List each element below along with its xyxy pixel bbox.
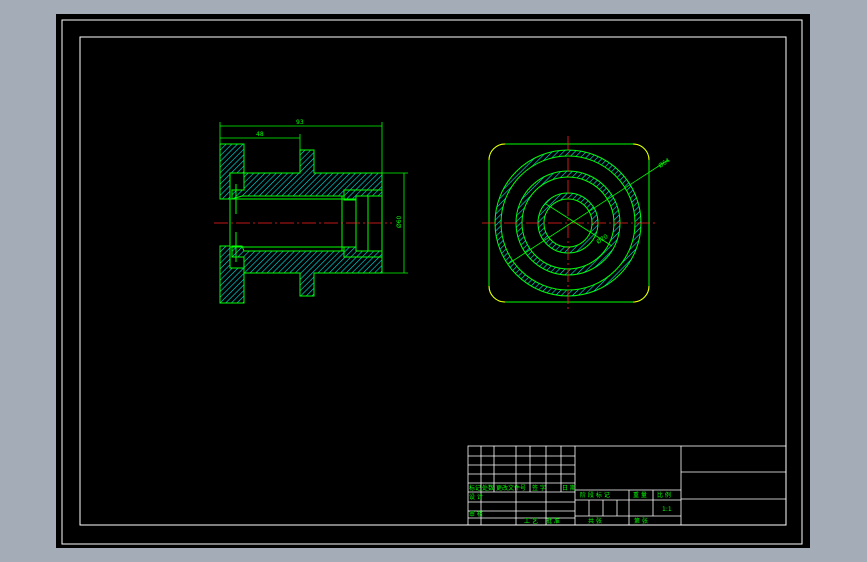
tb-scale-value: 1:1 xyxy=(662,506,672,513)
tb-date: 日 期 xyxy=(562,484,576,492)
section-hatch xyxy=(219,143,383,304)
tb-sheet-no: 第 张 xyxy=(634,517,648,525)
dim-diameter-label: Ø60 xyxy=(396,215,403,228)
dim-outer-diameter-label: Ø64 xyxy=(657,157,671,170)
tb-stage-mark: 阶 段 标 记 xyxy=(580,491,610,499)
section-view: 93 48 Ø60 xyxy=(214,119,408,304)
dim-flange-length-label: 48 xyxy=(256,131,264,138)
tb-designer: 设 计 xyxy=(469,493,483,501)
tb-count: 处数 xyxy=(482,484,494,492)
tb-total-sheets: 共 张 xyxy=(588,517,602,525)
tb-approved: 批 准 xyxy=(546,517,560,525)
tb-approve: 审 核 xyxy=(469,510,483,518)
dim-overall-length-label: 93 xyxy=(296,119,304,126)
tb-weight: 重 量 xyxy=(633,491,647,499)
outer-border xyxy=(61,19,803,545)
cad-drawing: 93 48 Ø60 Ø64 Ø20 标记 处数 更改文件号 签 字 日 期 设 … xyxy=(61,19,803,545)
inner-border xyxy=(79,36,787,526)
end-view-centerlines xyxy=(482,136,656,310)
tb-ratio: 比 例 xyxy=(657,491,671,499)
tb-craft: 工 艺 xyxy=(524,517,538,525)
tb-mark: 标记 xyxy=(469,484,481,492)
end-view: Ø64 Ø20 xyxy=(482,136,672,310)
tb-document-no: 更改文件号 xyxy=(496,484,526,492)
dim-inner-diameter-label: Ø20 xyxy=(595,233,609,246)
tb-signature: 签 字 xyxy=(532,484,546,492)
drawing-sheet: 93 48 Ø60 Ø64 Ø20 标记 处数 更改文件号 签 字 日 期 设 … xyxy=(56,14,810,548)
